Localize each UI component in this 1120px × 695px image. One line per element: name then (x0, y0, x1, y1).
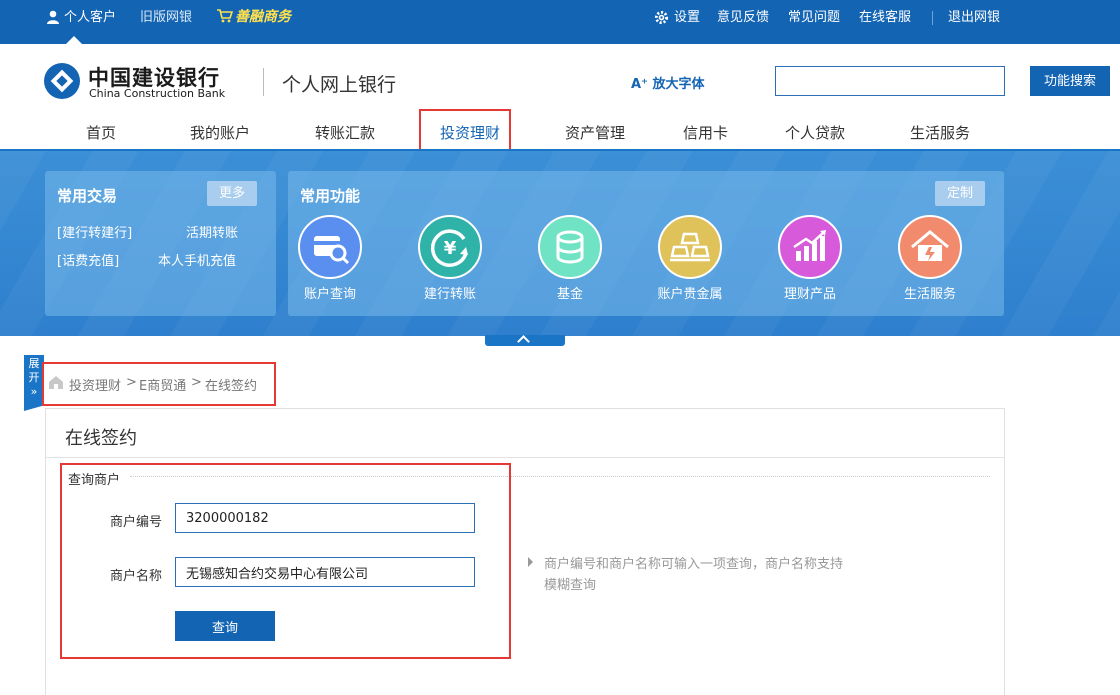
card-search-icon (298, 215, 362, 279)
breadcrumb-separator: > (191, 375, 202, 390)
func-wealth-product[interactable]: 理财产品 (755, 215, 865, 302)
coins-icon (538, 215, 602, 279)
query-hint: 商户编号和商户名称可输入一项查询，商户名称支持模糊查询 (544, 557, 844, 593)
quick-link-current-transfer[interactable]: 活期转账 (186, 222, 238, 241)
faq-link[interactable]: 常见问题 (788, 0, 840, 36)
query-button[interactable]: 查询 (175, 611, 275, 641)
common-functions-card: 常用功能 定制 账户查询 ¥ 建行转账 基金 账户贵金属 理财产品 生活服务 (288, 171, 1004, 316)
func-label: 基金 (556, 287, 583, 302)
nav-credit-card[interactable]: 信用卡 (683, 122, 728, 143)
coins-glyph (556, 230, 584, 264)
breadcrumb-e-trade[interactable]: E商贸通 (139, 375, 186, 394)
common-trade-card: 常用交易 更多 [建行转建行] 活期转账 [话费充值] 本人手机充值 (45, 171, 276, 316)
breadcrumb-separator: > (126, 375, 137, 390)
logout-link[interactable]: 退出网银 (948, 0, 1000, 36)
func-label: 账户查询 (303, 287, 356, 302)
home-icon[interactable] (48, 374, 64, 390)
nav-personal-loan[interactable]: 个人贷款 (785, 122, 845, 143)
hint-arrow-icon (528, 557, 533, 567)
bank-name-en: China Construction Bank (89, 87, 226, 100)
merchant-name-input[interactable] (175, 557, 475, 587)
func-life-service[interactable]: 生活服务 (875, 215, 985, 302)
quick-link-ccb-transfer[interactable]: [建行转建行] (57, 222, 132, 241)
nav-transfer[interactable]: 转账汇款 (315, 122, 375, 143)
merchant-no-label: 商户编号 (110, 515, 163, 530)
func-fund[interactable]: 基金 (515, 215, 625, 302)
cart-icon (217, 9, 233, 23)
top-bar: 个人客户 旧版网银 善融商务 设置 意见反馈 常见问题 在线客服 退出网银 (0, 0, 1120, 44)
side-expand-tab[interactable]: 展开 » (24, 355, 44, 411)
online-service-link[interactable]: 在线客服 (859, 0, 911, 36)
breadcrumb-investment[interactable]: 投资理财 (69, 375, 121, 394)
card-search-glyph (314, 236, 350, 265)
nav-my-account[interactable]: 我的账户 (190, 122, 250, 143)
home-service-icon (898, 215, 962, 279)
merchant-no-input[interactable] (175, 503, 475, 533)
home-service-glyph (911, 230, 949, 261)
quick-link-phone-topup[interactable]: [话费充值] (57, 250, 119, 269)
func-label: 建行转账 (423, 287, 476, 302)
growth-chart-icon (778, 215, 842, 279)
gold-bars-icon (658, 215, 722, 279)
func-account-query[interactable]: 账户查询 (275, 215, 385, 302)
panel-title: 在线签约 (65, 428, 137, 449)
customize-button[interactable]: 定制 (935, 181, 986, 206)
enlarge-font-label: 放大字体 (652, 77, 705, 92)
panel-divider (46, 457, 1004, 458)
quick-link-own-phone-topup[interactable]: 本人手机充值 (158, 250, 236, 269)
function-search-input[interactable] (775, 66, 1005, 96)
font-size-icon: A⁺ (631, 77, 653, 92)
settings-link[interactable]: 设置 (674, 0, 700, 36)
merchant-name-label: 商户名称 (110, 569, 163, 584)
func-label: 生活服务 (903, 287, 956, 302)
func-ccb-transfer[interactable]: ¥ 建行转账 (395, 215, 505, 302)
active-tab-caret (66, 36, 82, 44)
personal-customer-link[interactable]: 个人客户 (64, 0, 116, 36)
common-functions-title: 常用功能 (300, 187, 361, 205)
func-label: 理财产品 (783, 287, 836, 302)
svg-text:¥: ¥ (444, 238, 457, 259)
header-divider (263, 68, 264, 96)
func-label: 账户贵金属 (657, 287, 723, 302)
common-trade-title: 常用交易 (57, 187, 118, 205)
topbar-divider (932, 11, 933, 25)
gold-bars-glyph (670, 232, 710, 262)
yen-transfer-glyph: ¥ (430, 229, 468, 267)
nav-home[interactable]: 首页 (86, 122, 116, 143)
breadcrumb-online-sign: 在线签约 (205, 379, 258, 394)
gear-icon (654, 10, 669, 25)
double-chevron-right-icon: » (30, 385, 38, 398)
shanrong-shop-link[interactable]: 善融商务 (235, 6, 291, 26)
enlarge-font-button[interactable]: A⁺ 放大字体 (631, 73, 704, 92)
collapse-banner-button[interactable] (485, 335, 565, 346)
growth-chart-glyph (793, 230, 826, 261)
more-button[interactable]: 更多 (207, 181, 258, 206)
nav-asset-management[interactable]: 资产管理 (565, 122, 625, 143)
quick-access-banner: 常用交易 更多 [建行转建行] 活期转账 [话费充值] 本人手机充值 常用功能 … (0, 151, 1120, 336)
side-expand-label: 展开 (28, 357, 40, 384)
nav-life-service[interactable]: 生活服务 (910, 122, 970, 143)
func-precious-metal[interactable]: 账户贵金属 (635, 215, 745, 302)
yen-transfer-icon: ¥ (418, 215, 482, 279)
bank-logo-icon (44, 63, 80, 99)
user-icon (47, 10, 59, 24)
feedback-link[interactable]: 意见反馈 (717, 0, 769, 36)
function-search-button[interactable]: 功能搜索 (1030, 66, 1110, 96)
old-version-link[interactable]: 旧版网银 (140, 0, 192, 36)
site-title: 个人网上银行 (282, 74, 397, 96)
